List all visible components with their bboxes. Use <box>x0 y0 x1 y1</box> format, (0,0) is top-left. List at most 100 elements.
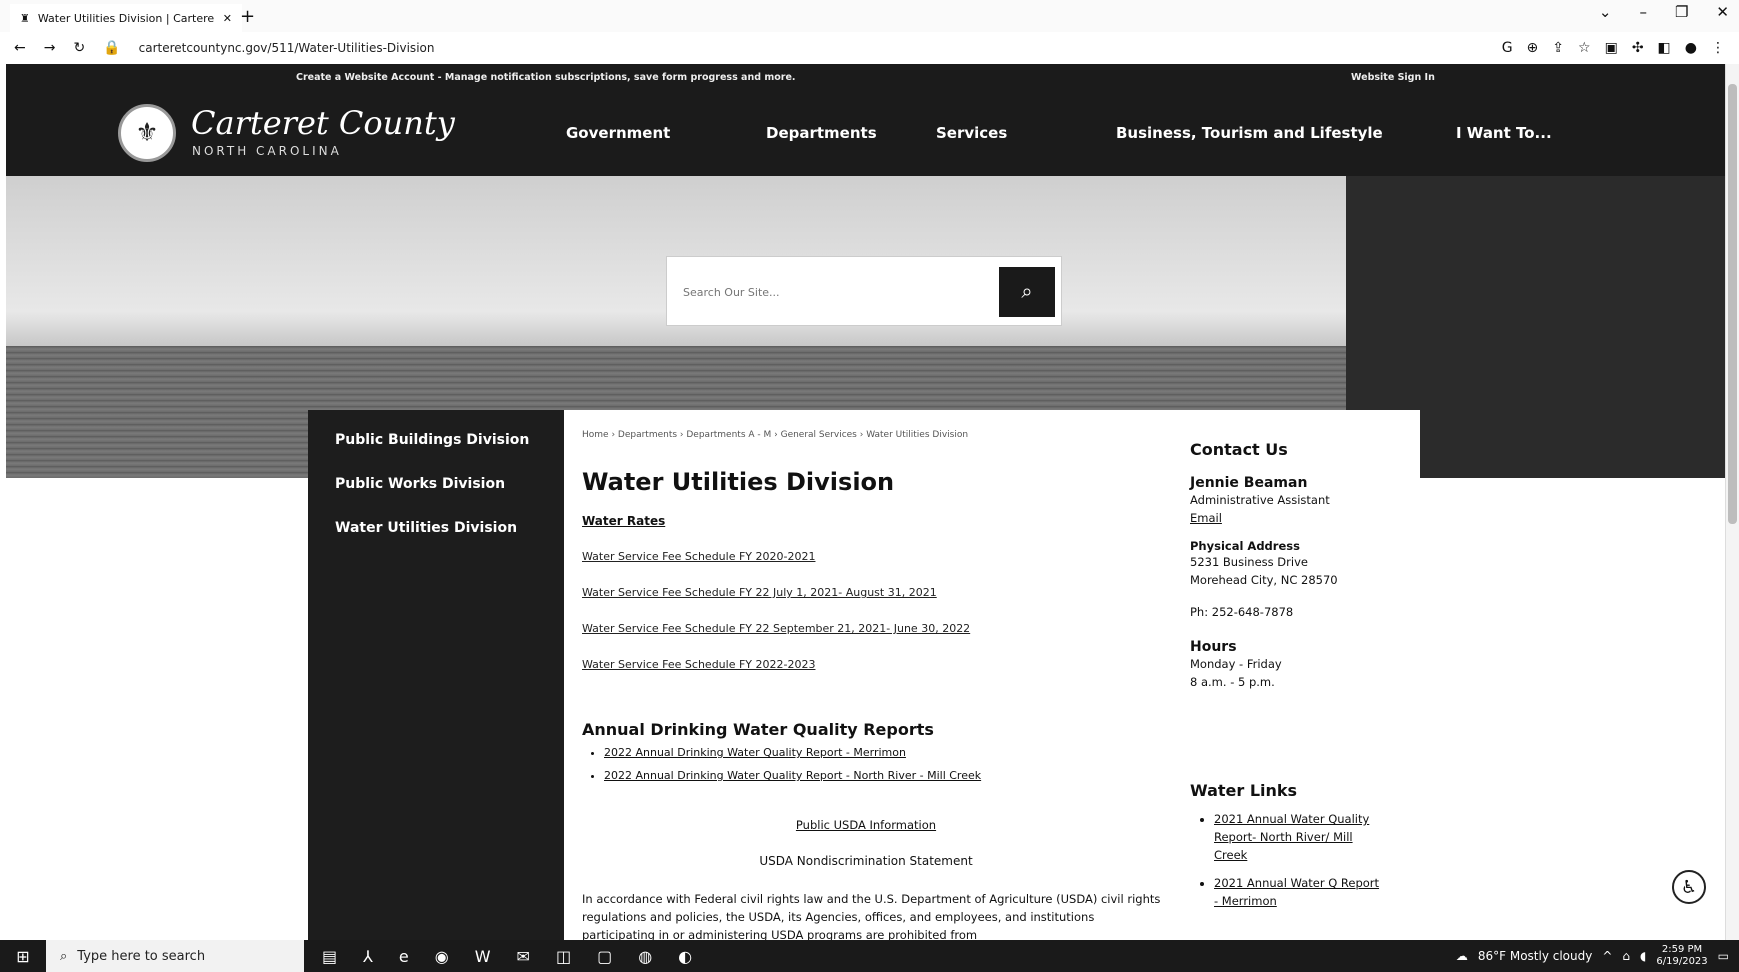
address-bar: ← → ↻ 🔒 carteretcountync.gov/511/Water-U… <box>0 32 1739 64</box>
acrobat-icon[interactable]: ⅄ <box>363 947 373 966</box>
site-search: ⌕ <box>666 256 1062 326</box>
restore-icon[interactable]: ❐ <box>1675 3 1688 21</box>
zoom-icon[interactable]: ⊕ <box>1527 40 1539 56</box>
address-label: Physical Address <box>1190 539 1300 553</box>
page-title: Water Utilities Division <box>582 468 895 496</box>
close-window-icon[interactable]: ✕ <box>1716 3 1729 21</box>
app-icon[interactable]: ✉ <box>517 947 530 966</box>
browser-tab[interactable]: ♜ Water Utilities Division | Cartere ✕ <box>10 4 242 32</box>
edge-legacy-icon[interactable]: e <box>399 947 409 966</box>
water-links-heading: Water Links <box>1190 781 1298 800</box>
extension-icon[interactable]: ▣ <box>1605 40 1618 56</box>
notification-icon[interactable]: ▭ <box>1718 949 1729 963</box>
hours-days: Monday - Friday <box>1190 657 1282 671</box>
usda-paragraph: In accordance with Federal civil rights … <box>582 892 1161 942</box>
sidenav-public-buildings[interactable]: Public Buildings Division <box>308 422 564 466</box>
fee-schedule-link[interactable]: Water Service Fee Schedule FY 2020-2021 <box>582 550 815 563</box>
weather-icon[interactable]: ☁ <box>1456 949 1468 963</box>
contact-sidebar: Contact Us Jennie Beaman Administrative … <box>1190 440 1420 910</box>
account-message-link[interactable]: Create a Website Account - Manage notifi… <box>296 72 796 83</box>
water-link[interactable]: 2021 Annual Water Quality Report- North … <box>1214 810 1384 864</box>
main-nav: Government Departments Services Business… <box>566 124 1566 142</box>
fee-schedule-link[interactable]: Water Service Fee Schedule FY 2022-2023 <box>582 658 815 671</box>
report-link[interactable]: 2022 Annual Drinking Water Quality Repor… <box>604 769 981 782</box>
edge-icon[interactable]: ◐ <box>678 947 692 966</box>
volume-icon[interactable]: ◖ <box>1640 949 1646 963</box>
contact-role: Administrative Assistant <box>1190 493 1330 507</box>
tab-title: Water Utilities Division | Cartere <box>37 11 215 25</box>
lock-icon[interactable]: 🔒 <box>103 40 120 56</box>
contact-name: Jennie Beaman <box>1190 475 1308 491</box>
puzzle-icon[interactable]: ✣ <box>1632 40 1644 56</box>
sidenav-public-works[interactable]: Public Works Division <box>308 466 564 510</box>
fee-schedule-link[interactable]: Water Service Fee Schedule FY 22 July 1,… <box>582 586 937 599</box>
reports-list: 2022 Annual Drinking Water Quality Repor… <box>604 746 981 792</box>
accessibility-icon[interactable]: ♿ <box>1672 870 1706 904</box>
search-input[interactable] <box>683 277 983 307</box>
taskbar-search-placeholder: Type here to search <box>77 948 206 964</box>
app-icon[interactable]: ◫ <box>556 947 571 966</box>
forward-icon[interactable]: → <box>44 40 56 56</box>
nav-departments[interactable]: Departments <box>766 124 936 142</box>
window-controls: ⌄ – ❐ ✕ <box>1599 3 1729 21</box>
nav-services[interactable]: Services <box>936 124 1116 142</box>
address-line2: Morehead City, NC 28570 <box>1190 573 1338 587</box>
clock-time: 2:59 PM <box>1661 944 1703 955</box>
contact-email-link[interactable]: Email <box>1190 509 1420 527</box>
tray-chevron-icon[interactable]: ^ <box>1602 949 1612 963</box>
bookmark-star-icon[interactable]: ☆ <box>1578 40 1591 56</box>
search-button[interactable]: ⌕ <box>999 267 1055 317</box>
minimize-icon[interactable]: – <box>1639 3 1647 21</box>
contact-phone: Ph: 252-648-7878 <box>1190 605 1294 619</box>
clock[interactable]: 2:59 PM 6/19/2023 <box>1656 944 1707 968</box>
report-link[interactable]: 2022 Annual Drinking Water Quality Repor… <box>604 746 981 759</box>
weather-text[interactable]: 86°F Mostly cloudy <box>1478 949 1593 963</box>
google-icon[interactable]: G <box>1502 40 1513 56</box>
word-icon[interactable]: W <box>475 947 491 966</box>
side-nav: Public Buildings Division Public Works D… <box>308 410 564 940</box>
windows-taskbar: ⊞ ⌕ Type here to search ▤ ⅄ e ◉ W ✉ ◫ ▢ … <box>0 940 1739 972</box>
windows-start-icon[interactable]: ⊞ <box>0 947 46 966</box>
system-tray: ☁ 86°F Mostly cloudy ^ ⌂ ◖ 2:59 PM 6/19/… <box>1456 944 1739 968</box>
sidepanel-icon[interactable]: ◧ <box>1658 40 1671 56</box>
taskbar-apps: ▤ ⅄ e ◉ W ✉ ◫ ▢ ◍ ◐ <box>322 947 692 966</box>
taskbar-search[interactable]: ⌕ Type here to search <box>46 940 304 972</box>
logo-name[interactable]: Carteret County <box>191 104 455 142</box>
page-scrollbar[interactable] <box>1725 64 1739 940</box>
profile-icon[interactable]: ● <box>1685 40 1697 56</box>
share-icon[interactable]: ⇪ <box>1552 40 1564 56</box>
app-icon[interactable]: ◍ <box>638 947 652 966</box>
scrollbar-thumb[interactable] <box>1728 84 1737 524</box>
water-links-list: 2021 Annual Water Quality Report- North … <box>1190 810 1420 910</box>
file-explorer-icon[interactable]: ▤ <box>322 947 337 966</box>
sidenav-water-utilities[interactable]: Water Utilities Division <box>308 510 564 554</box>
nav-government[interactable]: Government <box>566 124 766 142</box>
network-icon[interactable]: ⌂ <box>1622 949 1630 963</box>
site-header: Create a Website Account - Manage notifi… <box>6 64 1725 176</box>
clock-date: 6/19/2023 <box>1656 956 1708 967</box>
reload-icon[interactable]: ↻ <box>73 40 85 56</box>
url-field[interactable]: carteretcountync.gov/511/Water-Utilities… <box>139 41 435 55</box>
app-icon[interactable]: ▢ <box>597 947 612 966</box>
address-line1: 5231 Business Drive <box>1190 555 1308 569</box>
sign-in-link[interactable]: Website Sign In <box>1351 72 1435 83</box>
hours-heading: Hours <box>1190 639 1237 655</box>
water-link[interactable]: 2021 Annual Water Q Report - Merrimon <box>1214 874 1384 910</box>
tab-search-icon[interactable]: ⌄ <box>1599 3 1612 21</box>
browser-tab-bar: ♜ Water Utilities Division | Cartere ✕ +… <box>0 0 1739 32</box>
usda-statement-heading: USDA Nondiscrimination Statement <box>759 854 973 868</box>
browser-extensions: G ⊕ ⇪ ☆ ▣ ✣ ◧ ● ⋮ <box>1502 40 1725 56</box>
nav-business-tourism[interactable]: Business, Tourism and Lifestyle <box>1116 124 1456 142</box>
chrome-icon[interactable]: ◉ <box>435 947 449 966</box>
back-icon[interactable]: ← <box>14 40 26 56</box>
site-favicon-icon: ♜ <box>20 11 30 25</box>
fee-schedule-link[interactable]: Water Service Fee Schedule FY 22 Septemb… <box>582 622 970 635</box>
breadcrumb[interactable]: Home › Departments › Departments A - M ›… <box>582 430 968 440</box>
new-tab-button[interactable]: + <box>240 6 255 27</box>
nav-i-want-to[interactable]: I Want To... <box>1456 124 1566 142</box>
county-seal-logo[interactable]: ⚜ <box>118 104 176 162</box>
usda-info-link[interactable]: Public USDA Information <box>564 818 1168 832</box>
menu-kebab-icon[interactable]: ⋮ <box>1711 40 1725 56</box>
close-tab-icon[interactable]: ✕ <box>223 12 232 25</box>
search-icon: ⌕ <box>60 948 68 964</box>
